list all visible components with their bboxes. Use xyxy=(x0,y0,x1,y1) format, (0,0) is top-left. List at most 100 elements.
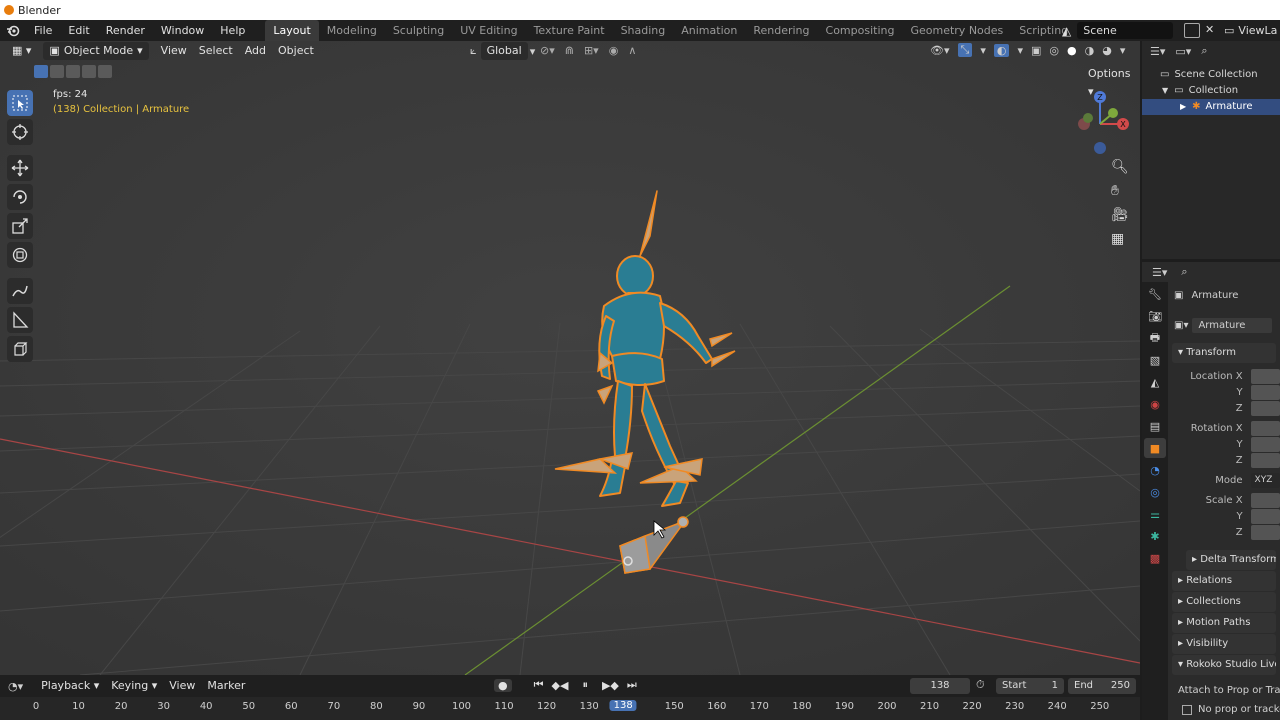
jump-keyframe-back-icon[interactable]: ◆◀ xyxy=(552,679,569,692)
menu-help[interactable]: Help xyxy=(212,20,253,41)
scale-x-field[interactable] xyxy=(1250,492,1280,508)
pan-hand-icon[interactable]: ✋︎ xyxy=(1111,183,1129,199)
keying-menu[interactable]: Keying ▾ xyxy=(105,677,163,695)
delta-transform-panel[interactable]: ▸ Delta Transform xyxy=(1186,550,1276,570)
properties-editor-icon[interactable]: ☰▾ xyxy=(1152,266,1167,279)
relations-panel[interactable]: ▸ Relations xyxy=(1172,571,1276,591)
visibility-panel[interactable]: ▸ Visibility xyxy=(1172,634,1276,654)
search-icon[interactable]: ⌕ xyxy=(1181,265,1187,279)
editor-type-icon[interactable]: ▦ ▾ xyxy=(6,42,37,60)
jump-end-icon[interactable]: ⏭ xyxy=(627,678,637,692)
tab-modeling[interactable]: Modeling xyxy=(319,20,385,41)
menu-file[interactable]: File xyxy=(26,20,60,41)
xray-icon[interactable]: ▣ xyxy=(1031,44,1041,57)
rotate-tool[interactable] xyxy=(7,184,33,210)
menu-render[interactable]: Render xyxy=(98,20,153,41)
marker-menu[interactable]: Marker xyxy=(201,677,251,695)
chevron-down-icon[interactable]: ▾ xyxy=(1120,44,1126,57)
zoom-icon[interactable]: 🔍︎ xyxy=(1111,159,1129,175)
view-layer-name[interactable]: ViewLa xyxy=(1238,24,1277,37)
rotation-mode-dropdown[interactable]: XYZ E xyxy=(1250,472,1280,488)
scene-tab-icon[interactable]: ◭ xyxy=(1144,372,1166,392)
view-layer-selector[interactable]: ▭ ViewLa xyxy=(1224,22,1277,39)
3d-viewport[interactable]: ▦ ▾ ▣ Object Mode ▾ View Select Add Obje… xyxy=(0,41,1140,675)
viewport-menu-view[interactable]: View xyxy=(155,42,193,60)
constraints-tab-icon[interactable]: ⚌ xyxy=(1144,504,1166,524)
pause-icon[interactable]: ⏸ xyxy=(582,678,588,692)
armature-data-tab-icon[interactable]: ✱ xyxy=(1144,526,1166,546)
snap-target-icon[interactable]: ⊞▾ xyxy=(584,44,599,57)
proportional-edit-icon[interactable]: ◉ xyxy=(609,44,619,57)
expand-arrow-icon[interactable]: ▼ xyxy=(1162,83,1168,99)
tab-sculpting[interactable]: Sculpting xyxy=(385,20,452,41)
outliner-scene-collection[interactable]: ▭ Scene Collection xyxy=(1142,67,1280,83)
tab-animation[interactable]: Animation xyxy=(673,20,745,41)
object-tab-icon[interactable]: ■ xyxy=(1144,438,1166,458)
modifier-tab-icon[interactable]: ◔ xyxy=(1144,460,1166,480)
tab-layout[interactable]: Layout xyxy=(265,20,319,41)
menu-window[interactable]: Window xyxy=(153,20,212,41)
select-extend-icon[interactable] xyxy=(50,65,64,78)
chevron-down-icon[interactable]: ▾ xyxy=(980,44,986,57)
object-datablock-selector[interactable]: ▣▾ Armature xyxy=(1174,318,1273,333)
tab-geometry-nodes[interactable]: Geometry Nodes xyxy=(902,20,1011,41)
orientation-dropdown[interactable]: Global xyxy=(480,42,528,60)
location-x-field[interactable] xyxy=(1250,368,1280,384)
camera-view-icon[interactable]: 🎥︎ xyxy=(1111,207,1129,223)
move-tool[interactable] xyxy=(7,155,33,181)
timeline-ruler[interactable]: 0 10 20 30 40 50 60 70 80 90 100 110 120 130 138 150 160… xyxy=(0,697,1140,720)
motion-paths-panel[interactable]: ▸ Motion Paths xyxy=(1172,613,1276,633)
rotation-z-field[interactable] xyxy=(1250,452,1280,468)
delete-scene-icon[interactable]: ✕ xyxy=(1205,23,1219,38)
solid-shading-icon[interactable]: ● xyxy=(1067,44,1077,57)
cursor-tool[interactable] xyxy=(7,119,33,145)
tab-rendering[interactable]: Rendering xyxy=(745,20,817,41)
outliner-editor-icon[interactable]: ☰▾ xyxy=(1150,45,1165,58)
viewport-menu-add[interactable]: Add xyxy=(239,42,272,60)
snap-icon[interactable]: ⋒ xyxy=(565,44,574,57)
transform-orientation[interactable]: ⟀ Global ▾ xyxy=(470,42,535,60)
clock-icon[interactable]: ⏱ xyxy=(976,678,985,692)
viewport-menu-object[interactable]: Object xyxy=(272,42,320,60)
location-y-field[interactable] xyxy=(1250,384,1280,400)
world-tab-icon[interactable]: ◉ xyxy=(1144,394,1166,414)
gizmo-toggle-icon[interactable]: ⤡ xyxy=(957,43,973,57)
rotation-y-field[interactable] xyxy=(1250,436,1280,452)
record-icon[interactable]: ● xyxy=(494,678,512,692)
select-box-tool[interactable] xyxy=(7,90,33,116)
falloff-icon[interactable]: ∧ xyxy=(628,44,636,57)
select-invert-icon[interactable] xyxy=(82,65,96,78)
checkbox-icon[interactable] xyxy=(1182,704,1192,715)
jump-keyframe-forward-icon[interactable]: ▶◆ xyxy=(602,679,619,692)
pivot-icon[interactable]: ⊘▾ xyxy=(540,44,555,57)
transform-panel-header[interactable]: ▾ Transform xyxy=(1172,343,1276,363)
end-frame-field[interactable]: End 250 xyxy=(1068,678,1136,694)
blender-menu-icon[interactable] xyxy=(0,20,26,41)
collection-tab-icon[interactable]: ▤ xyxy=(1144,416,1166,436)
viewport-menu-select[interactable]: Select xyxy=(193,42,239,60)
material-shading-icon[interactable]: ◑ xyxy=(1085,44,1095,57)
jump-start-icon[interactable]: ⏮ xyxy=(534,678,544,692)
new-scene-icon[interactable] xyxy=(1184,23,1200,38)
scene-selector[interactable]: ◭ Scene xyxy=(1062,22,1174,39)
navigation-gizmo[interactable]: Z X xyxy=(1068,86,1138,156)
tool-tab-icon[interactable]: 🔧︎ xyxy=(1144,284,1166,304)
select-intersect-icon[interactable] xyxy=(98,65,112,78)
scale-tool[interactable] xyxy=(7,213,33,239)
outliner-armature[interactable]: ▶ ✱ Armature xyxy=(1142,99,1280,115)
display-mode-icon[interactable]: ▭▾ xyxy=(1175,45,1191,58)
scene-name-field[interactable]: Scene xyxy=(1077,22,1174,39)
tab-uv-editing[interactable]: UV Editing xyxy=(452,20,525,41)
expand-arrow-icon[interactable]: ▶ xyxy=(1180,99,1186,115)
transform-tool[interactable] xyxy=(7,242,33,268)
collections-panel[interactable]: ▸ Collections xyxy=(1172,592,1276,612)
annotate-tool[interactable] xyxy=(7,278,33,304)
add-cube-tool[interactable] xyxy=(7,336,33,362)
select-new-icon[interactable] xyxy=(34,65,48,78)
timeline-view-menu[interactable]: View xyxy=(163,677,201,695)
physics-tab-icon[interactable]: ◎ xyxy=(1144,482,1166,502)
object-mode-dropdown[interactable]: ▣ Object Mode ▾ xyxy=(43,42,149,60)
tab-compositing[interactable]: Compositing xyxy=(818,20,903,41)
timeline-editor-icon[interactable]: ◔▾ xyxy=(8,680,23,693)
start-frame-field[interactable]: Start 1 xyxy=(996,678,1064,694)
